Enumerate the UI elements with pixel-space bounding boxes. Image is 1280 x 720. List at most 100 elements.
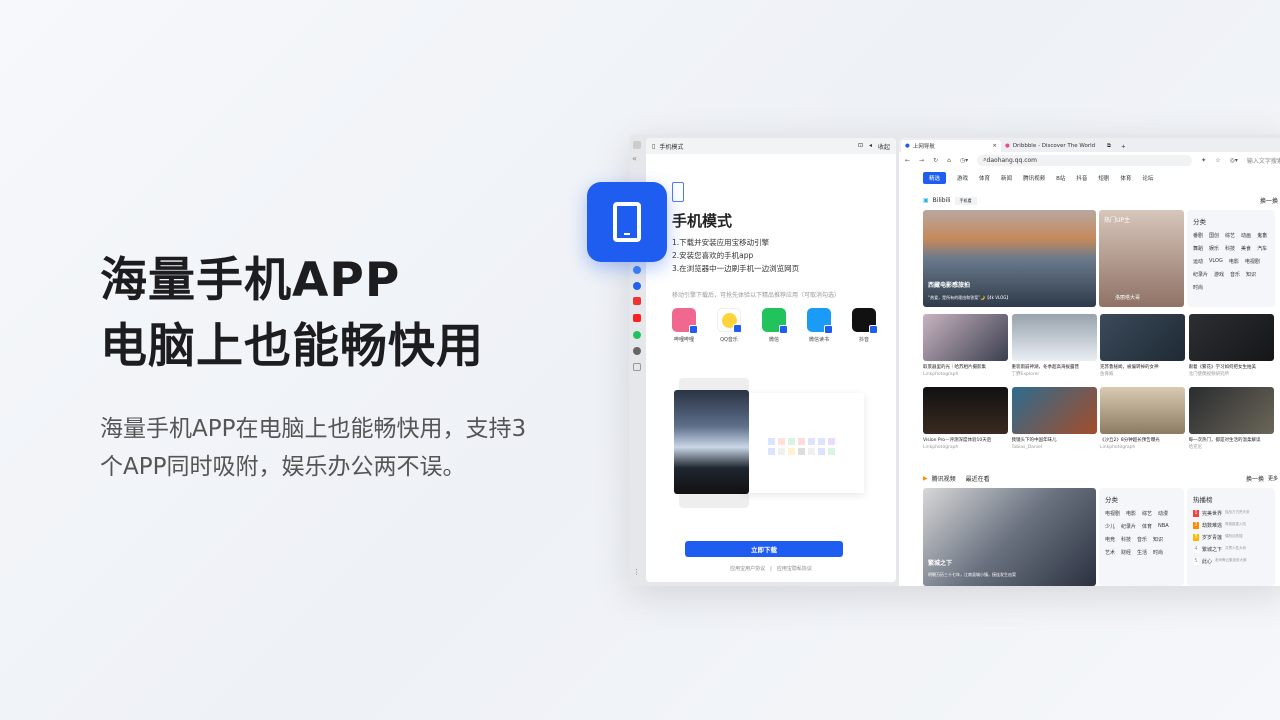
category-item[interactable]: VLOG — [1209, 258, 1223, 265]
address-bar[interactable]: ⌕ daohang.qq.com — [977, 154, 1193, 166]
video-thumbnail[interactable] — [923, 387, 1008, 434]
app-douyin[interactable]: 抖音 — [852, 308, 878, 343]
app-icon[interactable] — [633, 266, 641, 274]
category-item[interactable]: 生活 — [1137, 549, 1147, 556]
video-card[interactable]: 取景器里的光｜哈苏相片摄影集 Linkphotograph — [923, 364, 1009, 378]
app-qqmusic[interactable]: QQ音乐 — [717, 308, 742, 343]
video-card[interactable]: 跟着《繁花》学习如何把女生拍美 北门使偶视频研究所 — [1189, 364, 1275, 378]
tab-list-icon[interactable]: ⧉ — [1101, 143, 1117, 152]
category-item[interactable]: 番剧 — [1193, 232, 1203, 239]
category-item[interactable]: 时尚 — [1193, 284, 1203, 291]
collapse-button[interactable]: 收起 — [878, 142, 890, 151]
category-item[interactable]: 少儿 — [1105, 523, 1115, 530]
category-item[interactable]: 电视剧 — [1245, 258, 1260, 265]
category-item[interactable]: 财经 — [1121, 549, 1131, 556]
back-icon[interactable]: ← — [905, 157, 910, 164]
category-item[interactable]: 游戏 — [1214, 271, 1224, 278]
category-item[interactable]: 娱乐 — [1209, 245, 1219, 252]
nav-item[interactable]: 短剧 — [1098, 174, 1109, 182]
category-item[interactable]: 舞蹈 — [1193, 245, 1203, 252]
app-weread[interactable]: 微信读书 — [807, 308, 833, 343]
new-tab-icon[interactable]: + — [1117, 144, 1130, 152]
category-item[interactable]: 电视剧 — [1105, 510, 1120, 517]
pin-icon[interactable]: ⊡ — [858, 142, 863, 151]
privacy-agreement-link[interactable]: 应用宝隐私协议 — [777, 566, 812, 572]
home-icon[interactable]: ⌂ — [947, 157, 951, 164]
more-link[interactable]: 更多 — [1268, 475, 1278, 482]
history-icon[interactable]: ◷▾ — [960, 157, 968, 164]
category-item[interactable]: 纪录片 — [1193, 271, 1208, 278]
category-item[interactable]: 科技 — [1225, 245, 1235, 252]
category-item[interactable]: NBA — [1158, 523, 1169, 530]
video-thumbnail[interactable] — [1100, 314, 1185, 361]
category-item[interactable]: 电影 — [1126, 510, 1136, 517]
app-icon[interactable] — [633, 331, 641, 339]
user-agreement-link[interactable]: 应用宝用户协议 — [730, 566, 765, 572]
close-tab-icon[interactable]: × — [992, 143, 997, 149]
window-icon[interactable] — [633, 141, 641, 149]
collapse-sidebar-icon[interactable]: « — [632, 154, 640, 163]
category-item[interactable]: 国创 — [1209, 232, 1219, 239]
category-item[interactable]: 知识 — [1246, 271, 1256, 278]
bili-banner[interactable]: 西藏电影感旅拍 “热爱，是所有的理由和答案”🌙【4k VLOG】 — [923, 210, 1096, 307]
category-item[interactable]: 纪录片 — [1121, 523, 1136, 530]
category-item[interactable]: 动画 — [1241, 232, 1251, 239]
category-item[interactable]: 电影 — [1229, 258, 1239, 265]
video-card[interactable]: 《沙丘2》8分钟超长预告曝光 Linkphotograph — [1100, 437, 1186, 451]
nav-item[interactable]: 抖音 — [1076, 174, 1087, 182]
nav-item[interactable]: 新闻 — [1001, 174, 1012, 182]
mute-icon[interactable]: ◂ — [869, 142, 872, 151]
category-item[interactable]: 音乐 — [1137, 536, 1147, 543]
search-input[interactable]: 输入文字搜索 — [1247, 156, 1280, 165]
category-item[interactable]: 综艺 — [1225, 232, 1235, 239]
app-icon[interactable] — [633, 347, 641, 355]
category-item[interactable]: 鬼畜 — [1257, 232, 1267, 239]
search-engine-icon[interactable]: ◎▾ — [1230, 157, 1238, 164]
more-icon[interactable]: ⋮ — [633, 568, 641, 576]
tab-dribbble[interactable]: ● Dribbble - Discover The World — [1001, 140, 1101, 152]
phone-view-button[interactable]: 手机看 — [954, 196, 977, 205]
nav-item[interactable]: 论坛 — [1142, 174, 1153, 182]
category-item[interactable]: 艺术 — [1105, 549, 1115, 556]
category-item[interactable]: 美食 — [1241, 245, 1251, 252]
hot-list-item[interactable]: 1 完美世界 独战万古荒天帝 — [1193, 510, 1269, 517]
video-card[interactable]: Vision Pro－评测深度体验10天后 Linkphotograph — [923, 437, 1009, 451]
app-icon[interactable] — [633, 314, 641, 322]
category-item[interactable]: 运动 — [1193, 258, 1203, 265]
hot-list-item[interactable]: 5 此心 老戏骨云集追查大案 — [1193, 558, 1269, 565]
nav-item[interactable]: 游戏 — [957, 174, 968, 182]
nav-item[interactable]: 腾讯视频 — [1023, 174, 1045, 182]
video-thumbnail[interactable] — [1011, 387, 1097, 434]
video-card[interactable]: 每一次热门，都是对生活的温柔解读 哈克尼 — [1189, 437, 1275, 451]
category-item[interactable]: 综艺 — [1142, 510, 1152, 517]
app-bilibili[interactable]: 哔哩哔哩 — [672, 308, 698, 343]
video-card[interactable]: 我镜头下的中国年味儿 Tobias_Daniel — [1012, 437, 1098, 451]
hot-up-card[interactable]: 热门UP主 洛丽塔大哥 — [1099, 210, 1184, 307]
forward-icon[interactable]: → — [919, 157, 924, 164]
category-item[interactable]: 电竞 — [1105, 536, 1115, 543]
refresh-button[interactable]: 换一换 — [1260, 196, 1278, 205]
video-card[interactable]: 重装雨崩神湖，冬季超高海拔露营 丁野Explorer — [1012, 364, 1098, 378]
category-item[interactable]: 体育 — [1142, 523, 1152, 530]
nav-item[interactable]: 体育 — [979, 174, 990, 182]
reload-icon[interactable]: ↻ — [933, 157, 938, 164]
video-thumbnail[interactable] — [1100, 387, 1185, 434]
video-thumbnail[interactable] — [1188, 387, 1274, 434]
app-icon[interactable] — [633, 282, 641, 290]
video-thumbnail[interactable] — [923, 314, 1008, 361]
hot-list-item[interactable]: 2 劫数难逃 再度被重入险 — [1193, 522, 1269, 529]
category-item[interactable]: 科技 — [1121, 536, 1131, 543]
category-item[interactable]: 汽车 — [1257, 245, 1267, 252]
extension-icon[interactable]: ✦ — [1201, 157, 1206, 164]
download-button[interactable]: 立即下载 — [685, 541, 843, 557]
nav-item[interactable]: 体育 — [1120, 174, 1131, 182]
app-icon[interactable] — [633, 297, 641, 305]
category-item[interactable]: 知识 — [1153, 536, 1163, 543]
add-icon[interactable] — [633, 363, 641, 371]
hot-list-item[interactable]: 3 岁岁青莲 偶然巨肢搜 — [1193, 534, 1269, 541]
app-wechat[interactable]: 微信 — [762, 308, 788, 343]
tab-daohang[interactable]: ● 上网导航 × — [901, 140, 1001, 152]
video-card[interactable]: 克苏鲁秘闻，被偏转掉的女神 鱼骨殿 — [1100, 364, 1186, 378]
category-item[interactable]: 动漫 — [1158, 510, 1168, 517]
category-item[interactable]: 时尚 — [1153, 549, 1163, 556]
